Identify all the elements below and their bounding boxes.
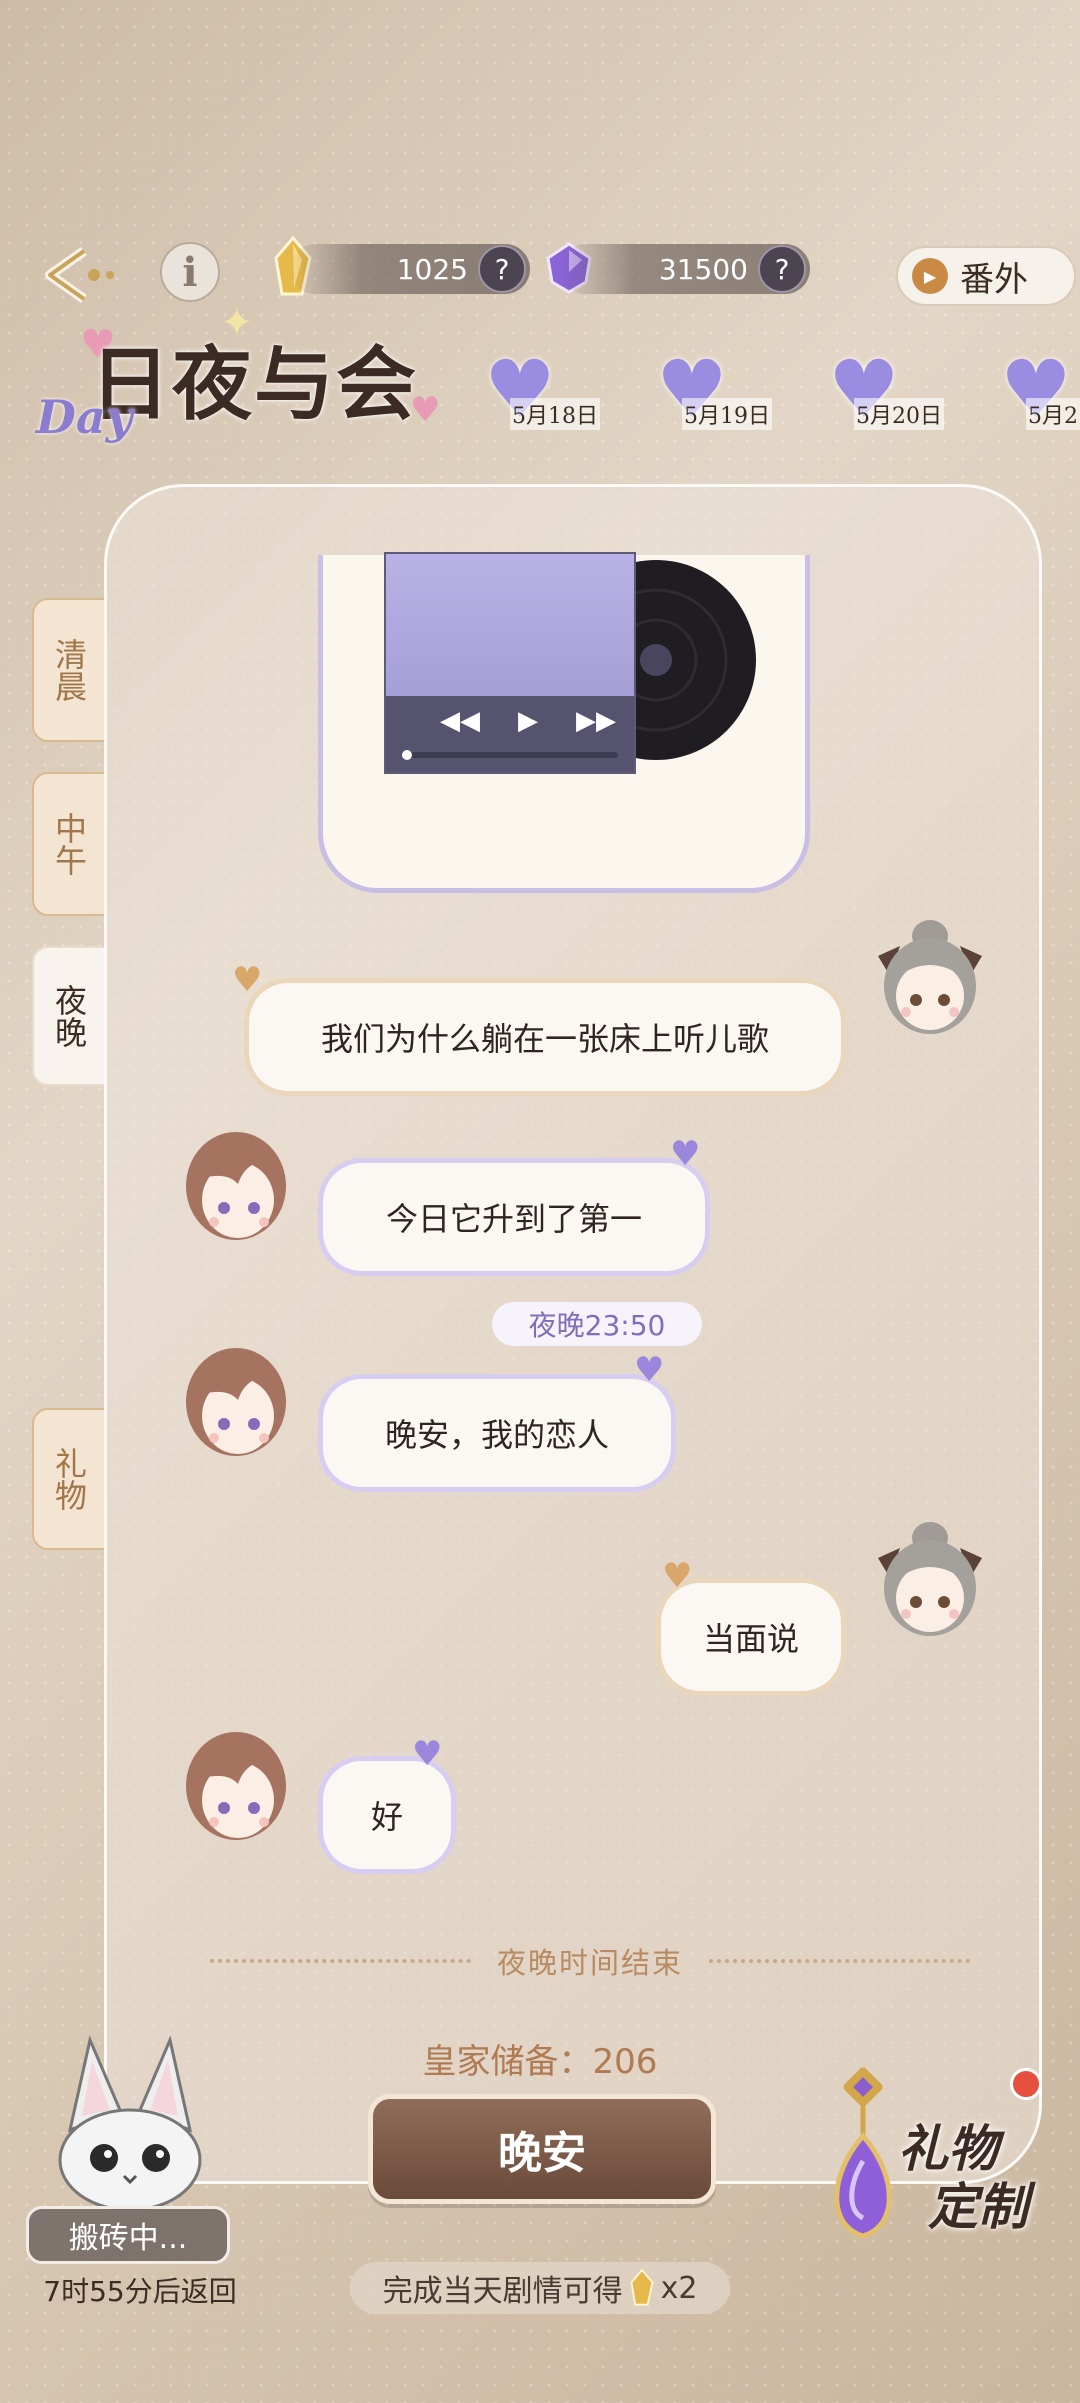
- heart-decor-icon: ♥: [232, 960, 263, 1000]
- message-text: 我们为什么躺在一张床上听儿歌: [320, 1020, 769, 1058]
- date-label: 5月19日: [682, 398, 772, 430]
- partner-avatar: [186, 1132, 286, 1240]
- info-icon: i: [182, 248, 198, 296]
- message-text: 今日它升到了第一: [385, 1200, 642, 1238]
- heart-decor-icon: ♥: [662, 1556, 693, 1596]
- tab-morning[interactable]: 清晨: [32, 598, 106, 742]
- title-logo: ♥ ✦ 日夜与会 Day ♥: [30, 300, 470, 460]
- extra-story-button[interactable]: ▶ 番外: [896, 246, 1076, 306]
- reward-multiplier: x2: [660, 2270, 698, 2306]
- notification-dot: [1010, 2068, 1042, 2100]
- message-bubble-partner: 今日它升到了第一: [318, 1158, 710, 1276]
- rewind-icon: ◀◀: [440, 706, 480, 736]
- heart-decor-icon: ♥: [410, 390, 441, 430]
- return-timer: 7时55分后返回: [43, 2275, 237, 2308]
- player-avatar: [878, 1522, 982, 1636]
- title-day-text: Day: [36, 390, 133, 444]
- date-tab-0519[interactable]: ♥ 5月19日: [646, 350, 772, 430]
- tab-night-label: 夜晚: [50, 984, 88, 1048]
- player-controls: ◀◀ ▶ ▶▶: [386, 696, 634, 772]
- play-icon: ▶: [518, 706, 538, 736]
- gold-help-button[interactable]: ?: [478, 245, 526, 293]
- divider-dots: [709, 1959, 971, 1963]
- purple-amount: 31500: [658, 252, 748, 286]
- back-arrow-icon: [45, 246, 114, 304]
- night-end-divider: 夜晚时间结束: [210, 1940, 971, 1982]
- message-text: 好: [370, 1798, 403, 1836]
- gift-custom-label: 礼物 定制: [898, 2120, 1028, 2236]
- partner-avatar: [186, 1348, 286, 1456]
- fast-forward-icon: ▶▶: [576, 706, 616, 736]
- message-bubble-me: 我们为什么躺在一张床上听儿歌: [244, 978, 846, 1096]
- tab-night[interactable]: 夜晚: [32, 946, 106, 1086]
- tab-noon-label: 中午: [50, 812, 88, 876]
- player-avatar: [878, 920, 982, 1034]
- play-icon: ▶: [912, 258, 948, 294]
- tab-noon[interactable]: 中午: [32, 772, 106, 916]
- reward-hint: 完成当天剧情可得 x2: [350, 2262, 730, 2314]
- tab-morning-label: 清晨: [50, 638, 88, 702]
- date-tab-0518[interactable]: ♥ 5月18日: [474, 350, 600, 430]
- gift-custom-line1: 礼物: [898, 2119, 998, 2178]
- music-player: ◀◀ ▶ ▶▶: [384, 552, 636, 774]
- progress-knob: [402, 750, 412, 760]
- partner-avatar: [186, 1732, 286, 1840]
- reward-hint-text: 完成当天剧情可得: [382, 2274, 623, 2309]
- working-status: 搬砖中...: [26, 2206, 230, 2264]
- date-label: 5月2: [1026, 398, 1080, 430]
- heart-decor-icon: ♥: [670, 1134, 701, 1174]
- tab-gift-label: 礼物: [50, 1447, 88, 1511]
- extra-story-label: 番外: [960, 259, 1028, 300]
- message-text: 晚安，我的恋人: [384, 1416, 609, 1454]
- royal-reserve: 皇家储备：206: [422, 2042, 658, 2082]
- tab-gift[interactable]: 礼物: [32, 1408, 106, 1550]
- info-button[interactable]: i: [160, 242, 220, 302]
- gift-custom-line2: 定制: [928, 2177, 1028, 2236]
- heart-decor-icon: ♥: [634, 1350, 665, 1390]
- date-tab-0520[interactable]: ♥ 5月20日: [818, 350, 944, 430]
- message-bubble-partner: 晚安，我的恋人: [318, 1374, 676, 1492]
- time-stamp: 夜晚23:50: [492, 1302, 702, 1346]
- title-text: 日夜与会: [90, 337, 418, 431]
- night-end-text: 夜晚时间结束: [497, 1946, 684, 1980]
- gold-crystal-icon: [630, 2268, 654, 2306]
- message-text: 当面说: [702, 1620, 799, 1658]
- good-night-button[interactable]: 晚安: [368, 2094, 716, 2204]
- gold-amount: 1025: [396, 252, 468, 286]
- heart-decor-icon: ♥: [412, 1734, 443, 1774]
- purple-currency: 31500 ?: [560, 244, 810, 294]
- date-label: 5月20日: [854, 398, 944, 430]
- date-tab-next[interactable]: ♥ 5月2: [990, 350, 1080, 430]
- progress-track: [402, 752, 618, 758]
- purple-help-button[interactable]: ?: [758, 245, 806, 293]
- gold-currency: 1025 ?: [290, 244, 530, 294]
- divider-dots: [210, 1959, 471, 1963]
- back-button[interactable]: [38, 240, 118, 310]
- cat-companion[interactable]: [40, 2030, 220, 2210]
- date-label: 5月18日: [510, 398, 600, 430]
